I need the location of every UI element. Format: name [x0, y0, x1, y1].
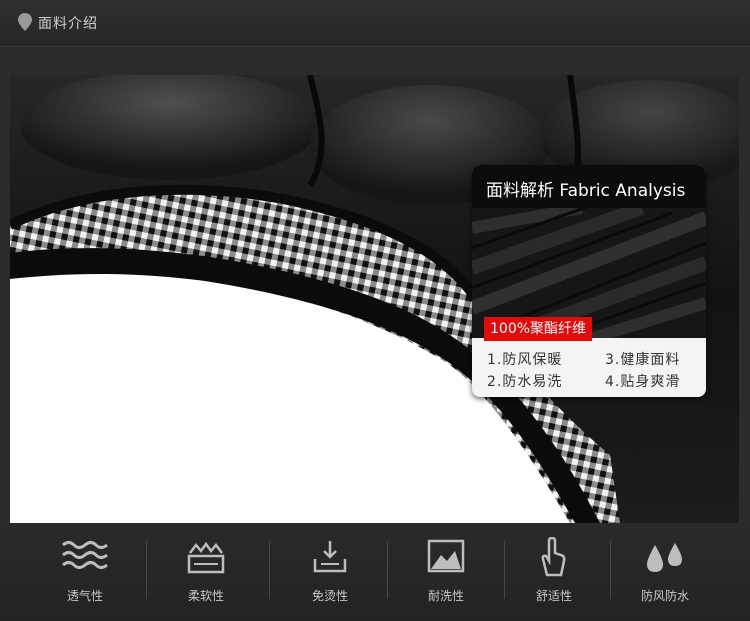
- property-iron-free: 免烫性: [280, 537, 380, 604]
- feature-item: 2.防水易洗: [487, 374, 563, 390]
- divider: [387, 541, 388, 599]
- property-label: 柔软性: [187, 589, 224, 603]
- location-pin-icon: [18, 13, 32, 31]
- property-label: 耐洗性: [427, 589, 464, 603]
- feature-item: 4.贴身爽滑: [605, 374, 681, 390]
- washable-icon: [427, 539, 465, 573]
- waves-icon: [62, 541, 108, 569]
- fabric-analysis-card: 面料解析 Fabric Analysis 100%聚酯纤维 1.防风保暖 3.健…: [472, 165, 706, 397]
- property-washable: 耐洗性: [396, 537, 496, 604]
- softness-icon: [187, 541, 225, 574]
- material-badge: 100%聚酯纤维: [484, 317, 593, 341]
- divider: [610, 541, 611, 599]
- card-header: 面料解析 Fabric Analysis: [472, 165, 706, 208]
- divider: [146, 541, 147, 599]
- iron-free-icon: [313, 541, 347, 573]
- card-title: 面料解析 Fabric Analysis: [486, 181, 686, 201]
- divider: [269, 541, 270, 599]
- feature-item: 1.防风保暖: [487, 352, 563, 368]
- property-label: 透气性: [66, 589, 103, 603]
- property-windproof-waterproof: 防风防水: [615, 537, 715, 604]
- section-header: 面料介绍: [0, 0, 750, 47]
- property-comfort: 舒适性: [504, 537, 604, 604]
- property-label: 免烫性: [311, 589, 348, 603]
- property-breathable: 透气性: [35, 537, 135, 604]
- property-label: 舒适性: [535, 589, 572, 603]
- feature-item: 3.健康面料: [605, 352, 681, 368]
- property-softness: 柔软性: [156, 537, 256, 604]
- water-drops-icon: [647, 543, 682, 572]
- property-bar: 透气性 柔软性 免烫性 耐洗性 舒适性 防风防水: [0, 523, 750, 621]
- hand-icon: [541, 537, 566, 577]
- section-title: 面料介绍: [38, 16, 98, 32]
- property-label: 防风防水: [640, 589, 689, 603]
